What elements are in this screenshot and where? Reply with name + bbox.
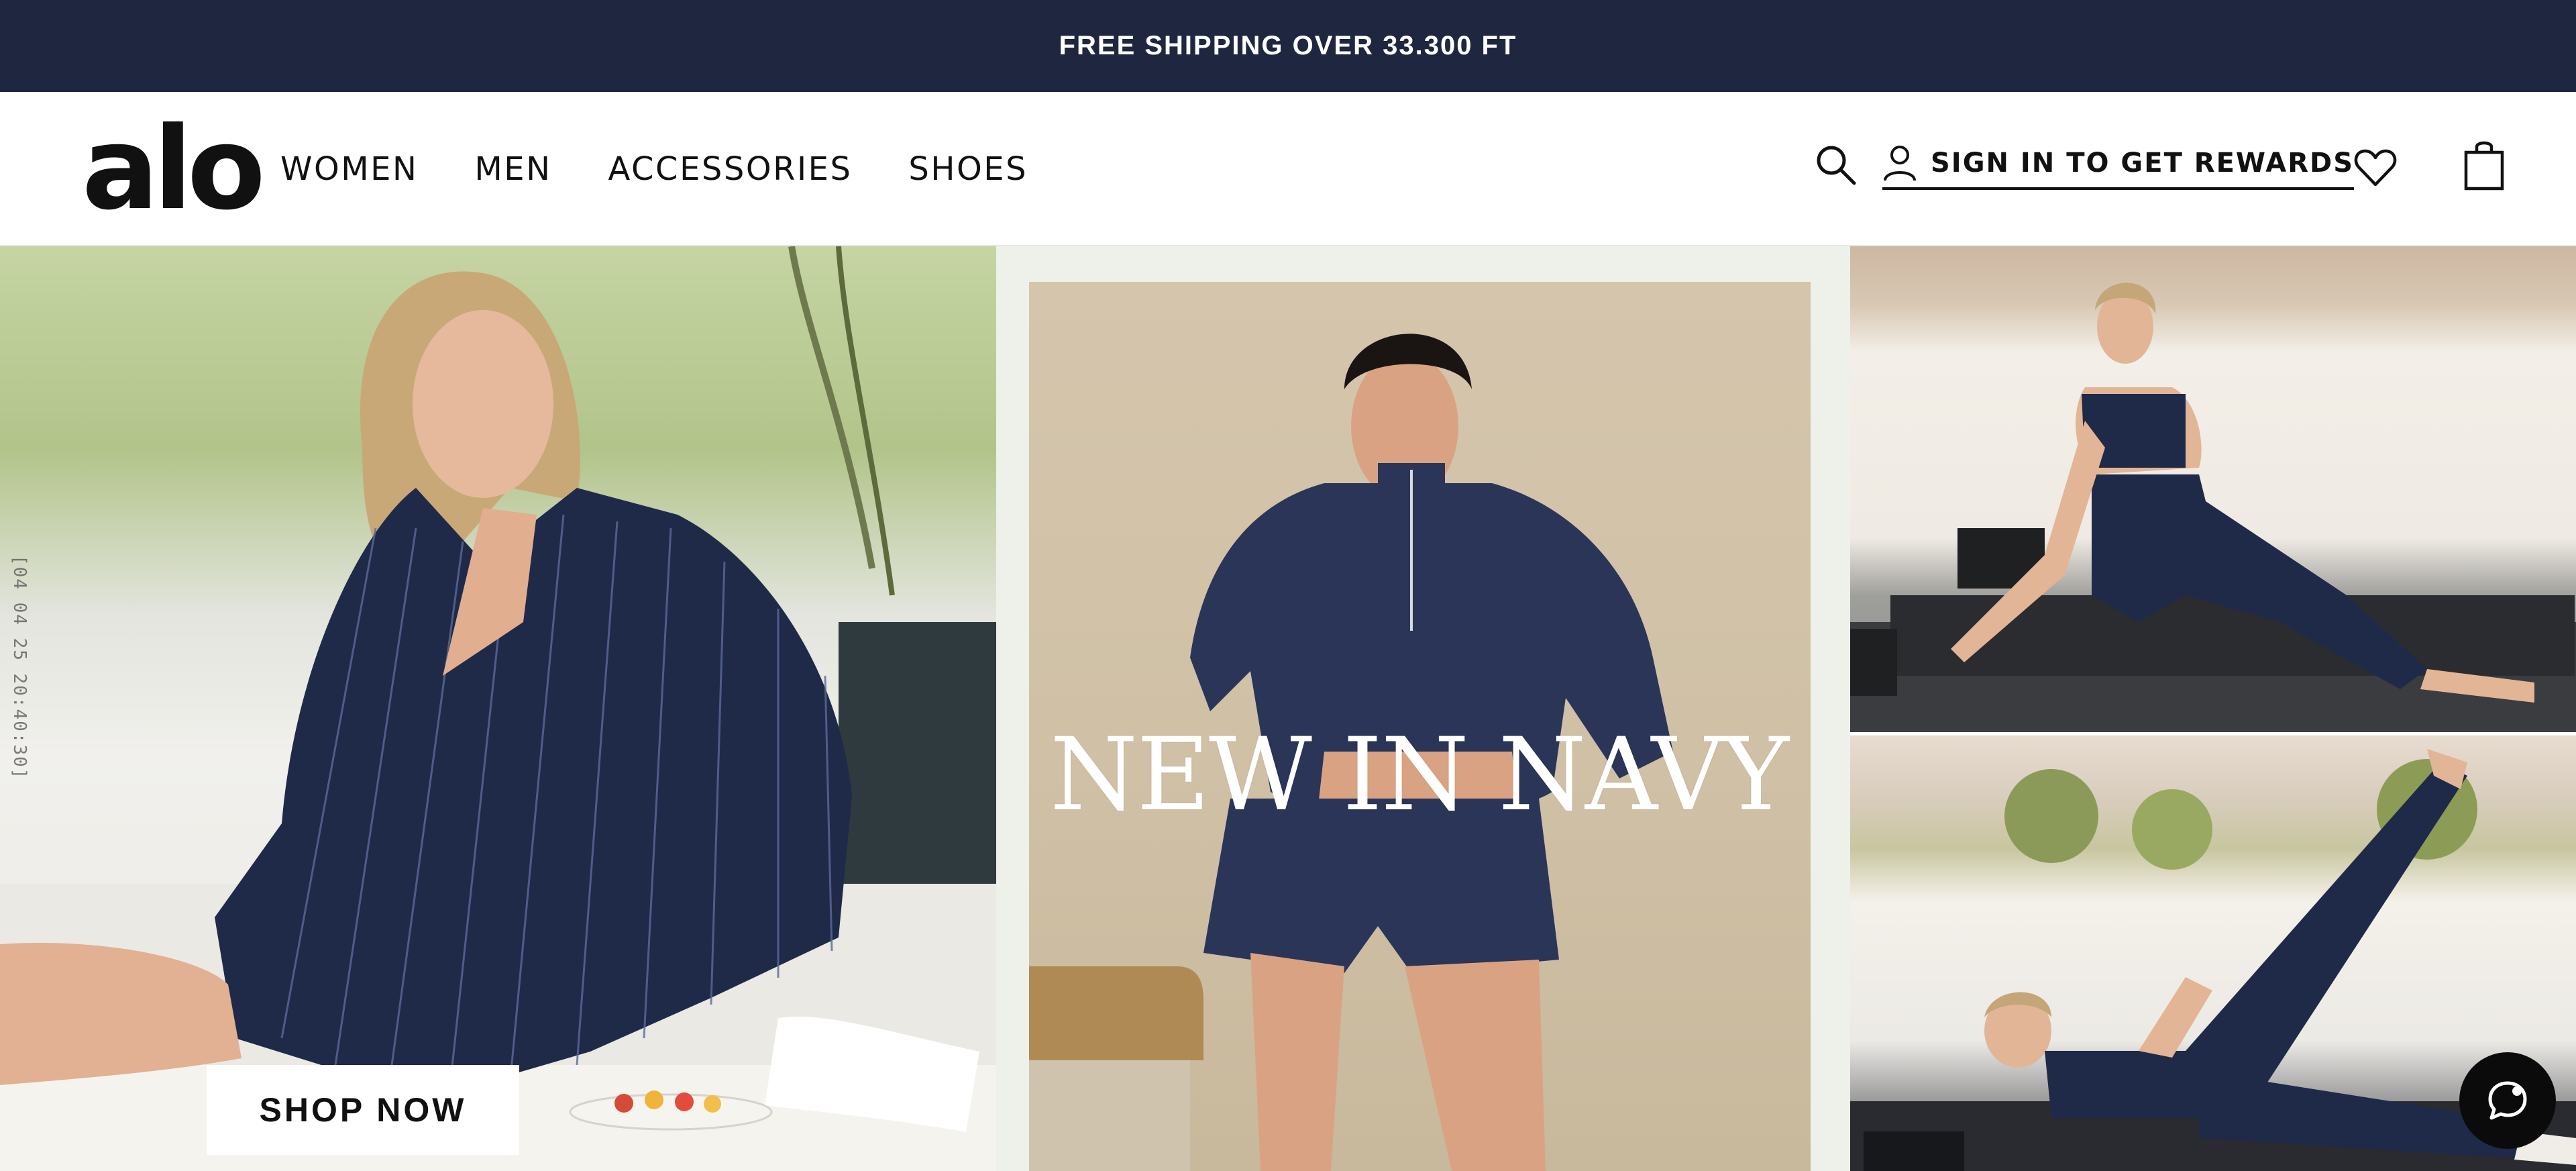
chat-button[interactable] bbox=[2459, 1052, 2556, 1149]
sign-in-link[interactable]: SIGN IN TO GET REWARDS bbox=[1882, 144, 2355, 190]
headline-new: NEW bbox=[1050, 717, 1312, 833]
bag-icon[interactable] bbox=[2461, 138, 2508, 191]
promo-banner: FREE SHIPPING OVER 33.300 FT bbox=[0, 0, 2576, 92]
heart-icon[interactable] bbox=[2352, 144, 2399, 191]
search-icon[interactable] bbox=[1813, 142, 1860, 189]
user-icon bbox=[1884, 146, 1916, 181]
nav-item-shoes[interactable]: SHOES bbox=[908, 150, 1028, 188]
promo-text: FREE SHIPPING OVER 33.300 FT bbox=[1059, 31, 1517, 60]
shop-now-button[interactable]: SHOP NOW bbox=[207, 1065, 519, 1155]
nav-item-women[interactable]: WOMEN bbox=[280, 150, 418, 188]
headline-in-navy: IN NAVY bbox=[1342, 717, 1789, 833]
site-header: alo WOMEN MEN ACCESSORIES SHOES SIGN IN … bbox=[0, 92, 2576, 246]
photo-timestamp: [04 04 25 20:40:30] bbox=[9, 555, 30, 780]
model-pinstripe-image bbox=[0, 246, 996, 1171]
hero-headline: NEW IN NAVY bbox=[1050, 717, 1789, 833]
sign-in-label: SIGN IN TO GET REWARDS bbox=[1931, 148, 2355, 179]
chat-icon bbox=[2488, 1081, 2527, 1120]
nav-item-accessories[interactable]: ACCESSORIES bbox=[608, 150, 853, 188]
model-sports-bra-image bbox=[1850, 283, 2576, 733]
hero-left-image[interactable]: [04 04 25 20:40:30] bbox=[0, 246, 996, 1171]
shop-now-label: SHOP NOW bbox=[259, 1091, 467, 1129]
hero-right-top-image[interactable] bbox=[1850, 246, 2576, 733]
main-nav: WOMEN MEN ACCESSORIES SHOES bbox=[280, 92, 1028, 246]
brand-logo[interactable]: alo bbox=[82, 112, 266, 226]
nav-item-men[interactable]: MEN bbox=[474, 150, 551, 188]
